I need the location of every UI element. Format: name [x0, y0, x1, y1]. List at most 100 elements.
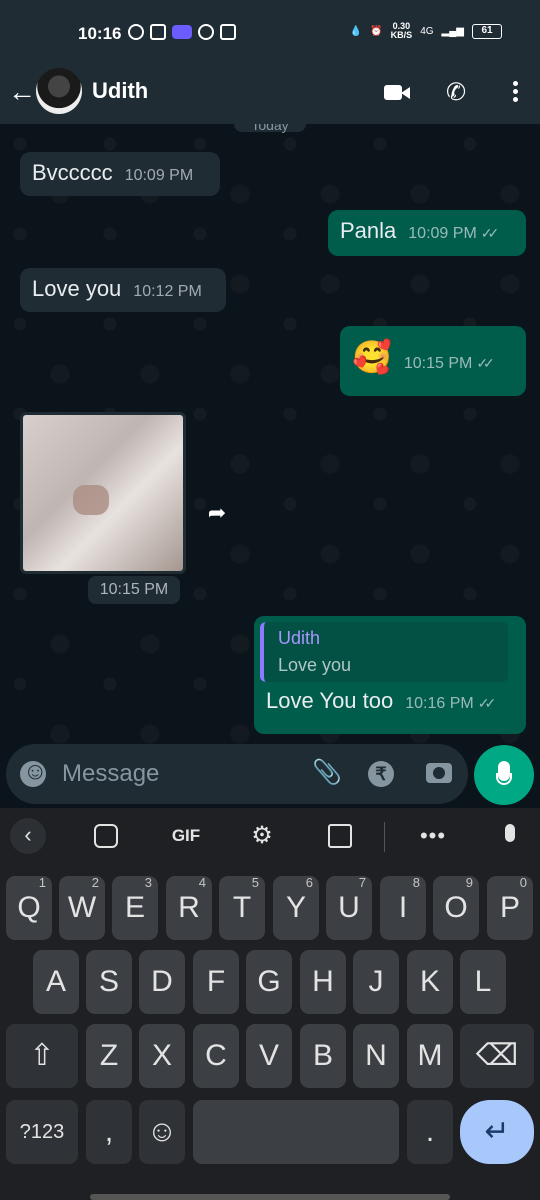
key[interactable]: L — [460, 950, 506, 1014]
video-call-icon[interactable] — [384, 78, 414, 108]
composer-bar: 📎 ₹ — [6, 744, 468, 804]
read-ticks-icon: ✓✓ — [476, 355, 495, 371]
more-options-icon[interactable] — [500, 78, 530, 108]
key[interactable]: O9 — [433, 875, 479, 940]
media-time: 10:15 PM — [88, 576, 180, 604]
alarm-icon: ⏰ — [370, 25, 383, 37]
chat-header: ← Udith ✆ — [0, 66, 540, 124]
emoji-icon: ☺ — [146, 1115, 178, 1148]
read-ticks-icon: ✓✓ — [480, 225, 500, 241]
translate-icon[interactable] — [326, 820, 354, 852]
message-time: 10:16 PM — [405, 695, 474, 712]
notification-icons — [128, 24, 236, 40]
key[interactable]: H — [300, 950, 346, 1014]
key[interactable]: Q1 — [6, 875, 52, 940]
message-text: Bvccccc — [32, 160, 113, 185]
message-emoji: 🥰 — [352, 339, 392, 375]
emoji-icon[interactable] — [20, 758, 48, 787]
key[interactable]: V — [246, 1024, 292, 1088]
message-outgoing[interactable]: 🥰 10:15 PM ✓✓ — [340, 326, 526, 396]
divider — [384, 822, 385, 852]
system-icons: 💧 ⏰ 0.30 KB/S 4G ▂▄▆ 61 — [350, 22, 502, 40]
key[interactable]: M — [407, 1024, 453, 1088]
message-list[interactable]: Today Bvccccc 10:09 PM Panla 10:09 PM ✓✓ Lo… — [0, 124, 540, 744]
data-saver-icon: 💧 — [349, 25, 363, 37]
shift-key[interactable]: ⇧ — [6, 1024, 78, 1088]
backspace-key[interactable]: ⌫ — [460, 1024, 534, 1088]
enter-key[interactable]: ↵ — [460, 1100, 534, 1164]
key[interactable]: U7 — [326, 875, 372, 940]
key[interactable]: P0 — [487, 875, 533, 940]
message-incoming[interactable]: Love you 10:12 PM — [20, 268, 226, 312]
battery-indicator: 61 — [472, 23, 502, 39]
mic-icon[interactable] — [498, 820, 522, 852]
key[interactable]: I8 — [380, 875, 426, 940]
date-chip: Today — [234, 124, 306, 133]
message-outgoing-reply[interactable]: Udith Love you Love You too 10:16 PM ✓✓ — [254, 616, 526, 734]
camera-icon[interactable] — [426, 763, 452, 783]
gear-icon[interactable]: ⚙ — [248, 820, 276, 852]
instagram-icon — [220, 24, 236, 40]
media-image[interactable] — [20, 412, 186, 574]
key[interactable]: Y6 — [273, 875, 319, 940]
key[interactable]: T5 — [219, 875, 265, 940]
voice-call-icon[interactable]: ✆ — [446, 78, 476, 108]
attach-icon[interactable]: 📎 — [312, 758, 342, 786]
message-time: 10:15 PM — [403, 355, 473, 372]
voice-record-button[interactable] — [474, 745, 534, 805]
message-incoming[interactable]: Bvccccc 10:09 PM — [20, 152, 220, 196]
key[interactable]: N — [353, 1024, 399, 1088]
more-icon[interactable]: ••• — [418, 820, 448, 852]
read-ticks-icon: ✓✓ — [477, 695, 497, 711]
message-time: 10:09 PM — [408, 225, 477, 242]
avatar[interactable] — [36, 68, 82, 114]
message-text: Panla — [340, 218, 397, 243]
news-icon — [150, 24, 166, 40]
quoted-message[interactable]: Udith Love you — [260, 622, 508, 682]
key[interactable]: K — [407, 950, 453, 1014]
message-time: 10:09 PM — [124, 167, 194, 184]
space-key[interactable] — [193, 1100, 399, 1164]
message-text: Love You too — [266, 688, 394, 713]
whatsapp-icon — [128, 24, 144, 40]
comma-key[interactable]: , — [86, 1100, 132, 1164]
phone-icon — [198, 24, 214, 40]
gesture-handle — [90, 1194, 450, 1200]
key[interactable]: R4 — [166, 875, 212, 940]
key[interactable]: X — [139, 1024, 185, 1088]
key[interactable]: G — [246, 950, 292, 1014]
enter-icon: ↵ — [484, 1115, 510, 1148]
key[interactable]: J — [353, 950, 399, 1014]
backspace-icon: ⌫ — [475, 1039, 519, 1072]
message-input[interactable] — [62, 758, 292, 790]
key[interactable]: S — [86, 950, 132, 1014]
key[interactable]: E3 — [112, 875, 158, 940]
key[interactable]: A — [33, 950, 79, 1014]
key[interactable]: B — [300, 1024, 346, 1088]
quoted-text: Love you — [278, 655, 352, 675]
emoji-key[interactable]: ☺ — [139, 1100, 185, 1164]
gif-button[interactable]: GIF — [166, 820, 206, 852]
forward-icon[interactable]: ➦ — [200, 496, 234, 530]
network-type: 4G — [420, 25, 434, 37]
sticker-icon[interactable] — [92, 820, 120, 852]
quoted-sender: Udith — [278, 628, 321, 648]
key[interactable]: C — [193, 1024, 239, 1088]
symbols-key[interactable]: ?123 — [6, 1100, 78, 1164]
status-bar: 10:16 💧 ⏰ 0.30 KB/S 4G ▂▄▆ 61 — [0, 0, 540, 66]
status-time: 10:16 — [78, 24, 122, 43]
key[interactable]: W2 — [59, 875, 105, 940]
message-time: 10:12 PM — [133, 283, 202, 300]
keyboard-toolbar: ‹ GIF ⚙ ••• — [0, 808, 540, 864]
chevron-left-icon[interactable]: ‹ — [10, 818, 46, 854]
shift-icon: ⇧ — [29, 1039, 55, 1072]
key[interactable]: D — [139, 950, 185, 1014]
back-arrow-icon[interactable]: ← — [8, 76, 36, 108]
period-key[interactable]: . — [407, 1100, 453, 1164]
key[interactable]: F — [193, 950, 239, 1014]
app-notification-icon — [172, 25, 192, 39]
contact-name[interactable]: Udith — [92, 78, 148, 104]
payment-icon[interactable]: ₹ — [368, 761, 394, 787]
key[interactable]: Z — [86, 1024, 132, 1088]
message-outgoing[interactable]: Panla 10:09 PM ✓✓ — [328, 210, 526, 256]
